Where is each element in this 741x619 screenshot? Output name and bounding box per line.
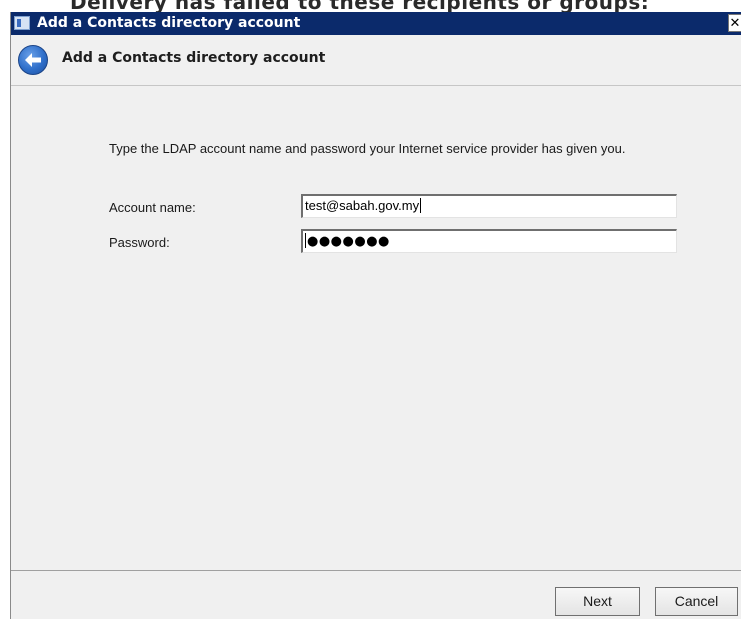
background-window-text: Delivery has failed to these recipients …: [70, 0, 650, 12]
background-window-sliver: Delivery has failed to these recipients …: [0, 0, 741, 12]
dialog-window: Add a Contacts directory account ✕ Add a…: [10, 12, 741, 619]
wizard-header: Add a Contacts directory account: [11, 35, 741, 86]
account-name-value: test@sabah.gov.my: [305, 198, 420, 213]
wizard-title: Add a Contacts directory account: [62, 50, 326, 66]
wizard-content: Type the LDAP account name and password …: [11, 86, 741, 570]
instruction-text: Type the LDAP account name and password …: [109, 141, 626, 156]
address-book-icon: [14, 16, 30, 30]
password-masked-value: ●●●●●●●: [307, 234, 390, 249]
next-button[interactable]: Next: [555, 587, 640, 616]
cancel-button[interactable]: Cancel: [655, 587, 738, 616]
wizard-footer: Next Cancel: [11, 570, 741, 619]
text-caret: [420, 198, 422, 213]
text-caret: [305, 233, 306, 248]
back-button[interactable]: [18, 45, 48, 75]
password-label: Password:: [109, 235, 170, 250]
close-button[interactable]: ✕: [728, 14, 741, 32]
background-window-edge: [0, 12, 10, 619]
title-bar[interactable]: Add a Contacts directory account ✕: [11, 12, 741, 35]
password-input[interactable]: ●●●●●●●: [301, 229, 677, 253]
back-arrow-icon: [25, 53, 41, 67]
window-title: Add a Contacts directory account: [37, 15, 301, 31]
account-name-label: Account name:: [109, 200, 196, 215]
close-icon: ✕: [729, 16, 741, 31]
account-name-input[interactable]: test@sabah.gov.my: [301, 194, 677, 218]
